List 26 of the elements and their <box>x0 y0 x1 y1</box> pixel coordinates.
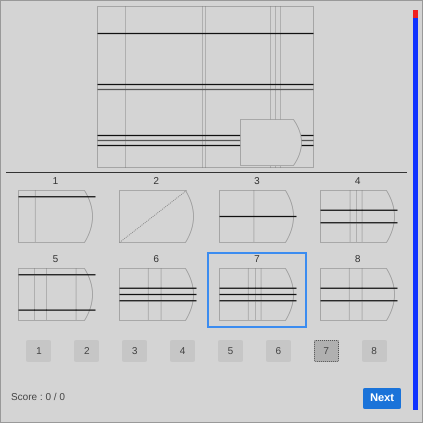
answer-option[interactable]: 6 <box>106 252 206 328</box>
option-label: 7 <box>254 254 260 266</box>
answer-option[interactable]: 3 <box>206 174 308 250</box>
answer-option[interactable]: 4 <box>307 174 408 250</box>
option-label: 2 <box>153 176 159 188</box>
answer-button[interactable]: 4 <box>170 340 196 362</box>
option-label: 6 <box>153 254 159 266</box>
answer-option[interactable]: 5 <box>5 252 106 328</box>
answer-button[interactable]: 3 <box>122 340 148 362</box>
option-label: 1 <box>52 176 58 188</box>
answer-button[interactable]: 5 <box>218 340 243 362</box>
answer-button[interactable]: 6 <box>266 340 291 362</box>
answer-option[interactable]: 2 <box>106 174 206 250</box>
score-text: Score : 0 / 0 <box>11 391 65 405</box>
option-label: 3 <box>254 176 260 188</box>
answer-button[interactable]: 1 <box>26 340 52 362</box>
option-label: 5 <box>52 254 58 266</box>
answer-option[interactable]: 7 <box>206 252 308 328</box>
answer-option[interactable]: 1 <box>5 174 106 250</box>
next-button[interactable]: Next <box>363 388 401 409</box>
answer-button[interactable]: 7 <box>314 340 339 362</box>
answer-option[interactable]: 8 <box>307 252 408 328</box>
answer-button[interactable]: 2 <box>74 340 100 362</box>
option-label: 4 <box>354 176 360 188</box>
option-label: 8 <box>354 254 360 266</box>
answer-button[interactable]: 8 <box>362 340 387 362</box>
